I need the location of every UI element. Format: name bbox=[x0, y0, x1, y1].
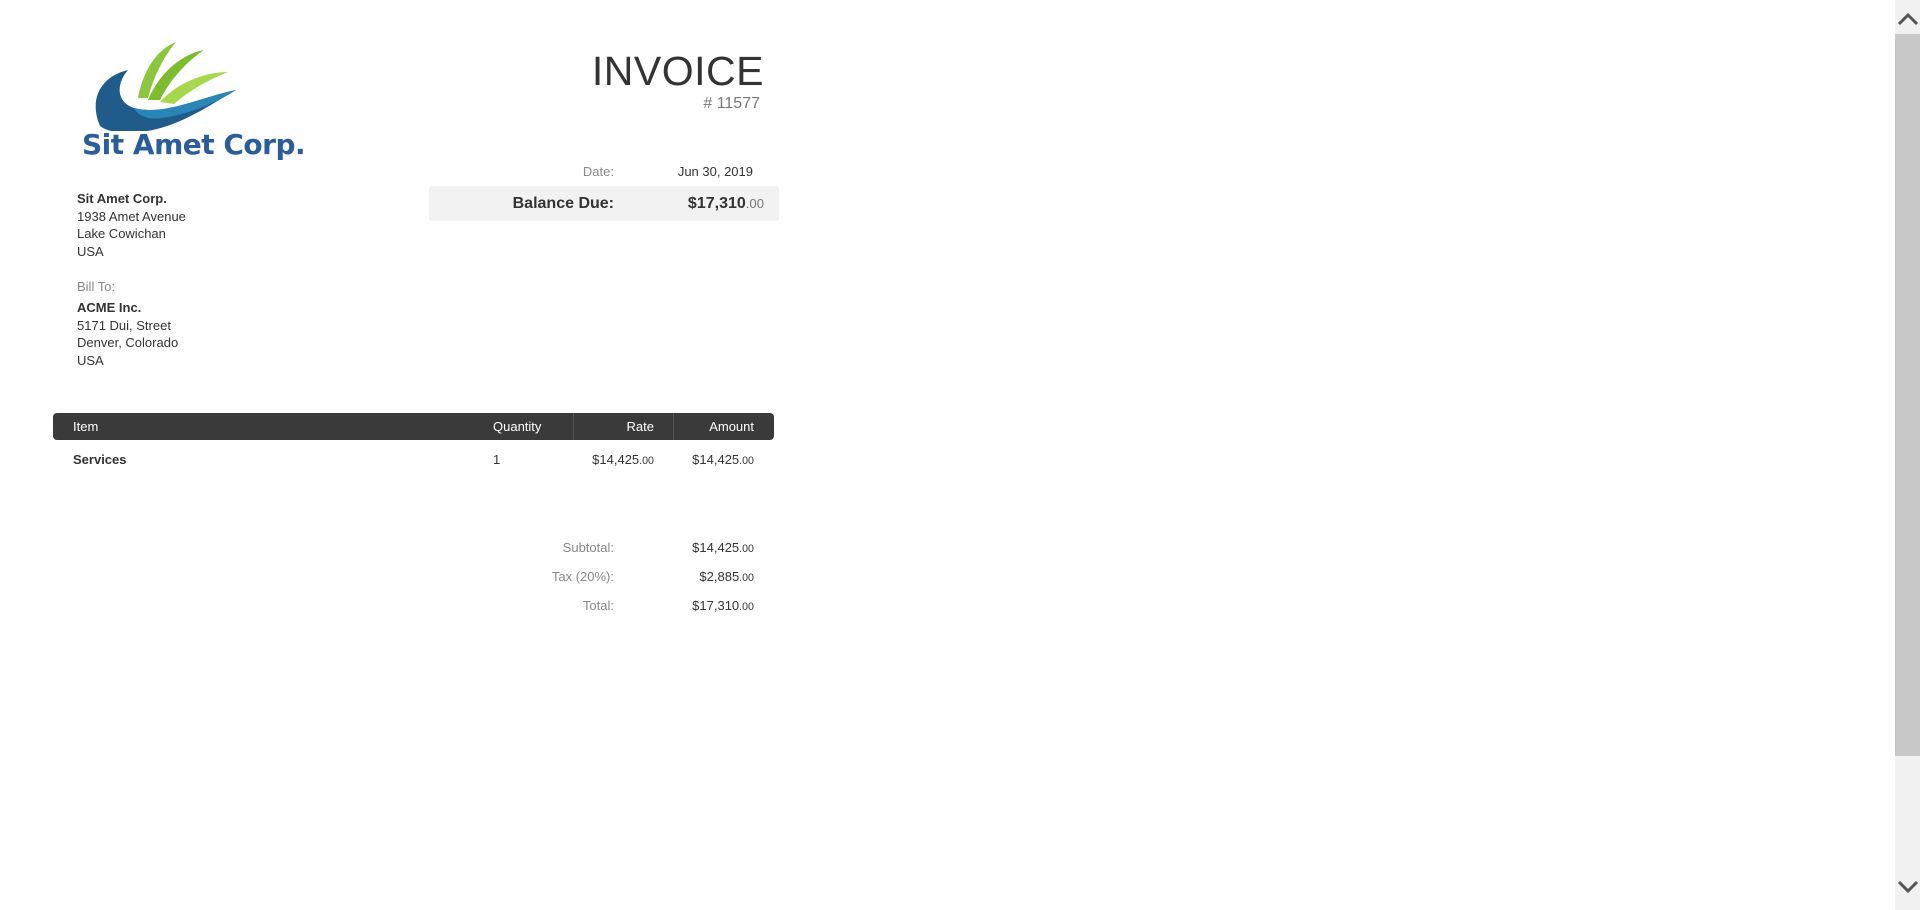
table-row: Services 1 $14,425.00 $14,425.00 bbox=[53, 440, 774, 470]
from-address-line: Lake Cowichan bbox=[77, 226, 166, 241]
header-rate: Rate bbox=[626, 419, 654, 434]
row-rate: $14,425.00 bbox=[592, 452, 654, 467]
total-amount: $17,310 bbox=[692, 598, 740, 613]
header-amount: Amount bbox=[709, 419, 754, 434]
subtotal-amount: $14,425 bbox=[692, 540, 740, 555]
from-company-name: Sit Amet Corp. bbox=[77, 191, 167, 206]
header-quantity: Quantity bbox=[493, 419, 542, 434]
from-address-line: USA bbox=[77, 243, 104, 259]
total-value: $17,310.00 bbox=[692, 598, 754, 613]
balance-due-box: Balance Due: $17,310.00 bbox=[429, 186, 779, 221]
header-divider bbox=[573, 413, 574, 440]
header-item: Item bbox=[73, 419, 99, 434]
chevron-down-icon bbox=[1897, 880, 1918, 894]
tax-amount: $2,885 bbox=[699, 569, 740, 584]
header-divider bbox=[673, 413, 674, 440]
row-quantity: 1 bbox=[493, 452, 501, 467]
subtotal-label: Subtotal: bbox=[562, 540, 614, 555]
date-value: Jun 30, 2019 bbox=[677, 164, 753, 179]
logo-swoosh-icon bbox=[95, 42, 236, 131]
bill-to-name: ACME Inc. bbox=[77, 300, 142, 315]
invoice-title: INVOICE bbox=[591, 48, 764, 94]
scroll-up-button[interactable] bbox=[1895, 4, 1920, 34]
balance-due-label: Balance Due: bbox=[512, 195, 614, 212]
total-label: Total: bbox=[582, 598, 614, 613]
row-amount-cents: .00 bbox=[739, 455, 754, 467]
balance-due-value: $17,310.00 bbox=[688, 195, 764, 213]
row-rate-cents: .00 bbox=[639, 455, 654, 467]
bill-to-address-line: USA bbox=[77, 352, 104, 368]
invoice-number: # 11577 bbox=[703, 95, 760, 112]
row-amount: $14,425.00 bbox=[692, 452, 754, 467]
date-label: Date: bbox=[582, 164, 614, 179]
bill-to-label: Bill To: bbox=[77, 279, 116, 294]
row-item: Services bbox=[73, 452, 127, 467]
tax-cents: .00 bbox=[739, 572, 754, 584]
items-table: Item Quantity Rate Amount Services 1 $14… bbox=[53, 413, 774, 470]
vertical-scrollbar[interactable] bbox=[1895, 0, 1920, 910]
scroll-down-button[interactable] bbox=[1895, 872, 1920, 902]
scroll-thumb[interactable] bbox=[1895, 34, 1920, 756]
logo-text: Sit Amet Corp. bbox=[82, 128, 306, 161]
from-address: Sit Amet Corp. 1938 Amet Avenue Lake Cow… bbox=[77, 190, 186, 260]
balance-due-amount: $17,310 bbox=[687, 195, 746, 212]
company-logo: Sit Amet Corp. bbox=[78, 36, 306, 166]
balance-due-cents: .00 bbox=[745, 196, 764, 211]
chevron-up-icon bbox=[1897, 12, 1918, 26]
tax-value: $2,885.00 bbox=[699, 569, 754, 584]
subtotal-cents: .00 bbox=[739, 543, 754, 555]
row-amount-value: $14,425 bbox=[692, 452, 740, 467]
invoice-page: Sit Amet Corp. INVOICE # 11577 Date: Jun… bbox=[0, 0, 1920, 910]
table-header: Item Quantity Rate Amount bbox=[53, 413, 774, 440]
bill-to-address-line: 5171 Dui, Street bbox=[77, 317, 171, 333]
from-address-line: 1938 Amet Avenue bbox=[77, 208, 186, 224]
total-cents: .00 bbox=[739, 601, 754, 613]
subtotal-value: $14,425.00 bbox=[692, 540, 754, 555]
bill-to-address: ACME Inc. 5171 Dui, Street Denver, Color… bbox=[77, 299, 178, 369]
bill-to-address-line: Denver, Colorado bbox=[77, 335, 179, 350]
tax-label: Tax (20%): bbox=[551, 569, 614, 584]
row-rate-amount: $14,425 bbox=[592, 452, 640, 467]
